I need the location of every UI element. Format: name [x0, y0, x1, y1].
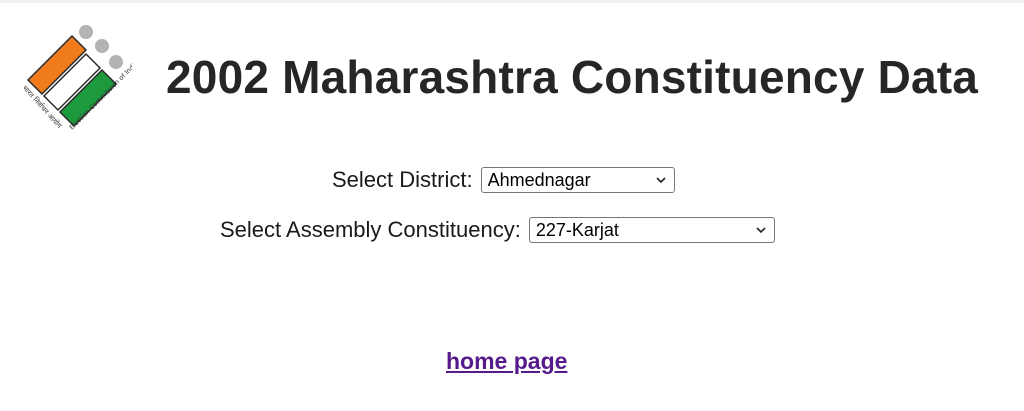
district-row: Select District: Ahmednagar: [332, 167, 675, 193]
election-commission-logo: भारत निर्वाचन आयोग Election Commission o…: [20, 22, 140, 134]
chevron-down-icon: [656, 177, 666, 184]
assembly-selected-value: 227-Karjat: [535, 219, 619, 240]
page-header: भारत निर्वाचन आयोग Election Commission o…: [0, 0, 1024, 140]
assembly-select[interactable]: 227-Karjat: [528, 217, 775, 243]
assembly-row: Select Assembly Constituency: 227-Karjat: [220, 217, 775, 243]
district-selected-value: Ahmednagar: [487, 169, 591, 190]
assembly-label: Select Assembly Constituency:: [220, 217, 521, 242]
page-title: 2002 Maharashtra Constituency Data: [166, 51, 979, 103]
district-select[interactable]: Ahmednagar: [480, 167, 675, 193]
chevron-down-icon: [756, 227, 766, 234]
ballot-logo-icon: भारत निर्वाचन आयोग Election Commission o…: [21, 25, 140, 131]
home-page-link[interactable]: home page: [446, 348, 567, 375]
district-label: Select District:: [332, 167, 473, 192]
